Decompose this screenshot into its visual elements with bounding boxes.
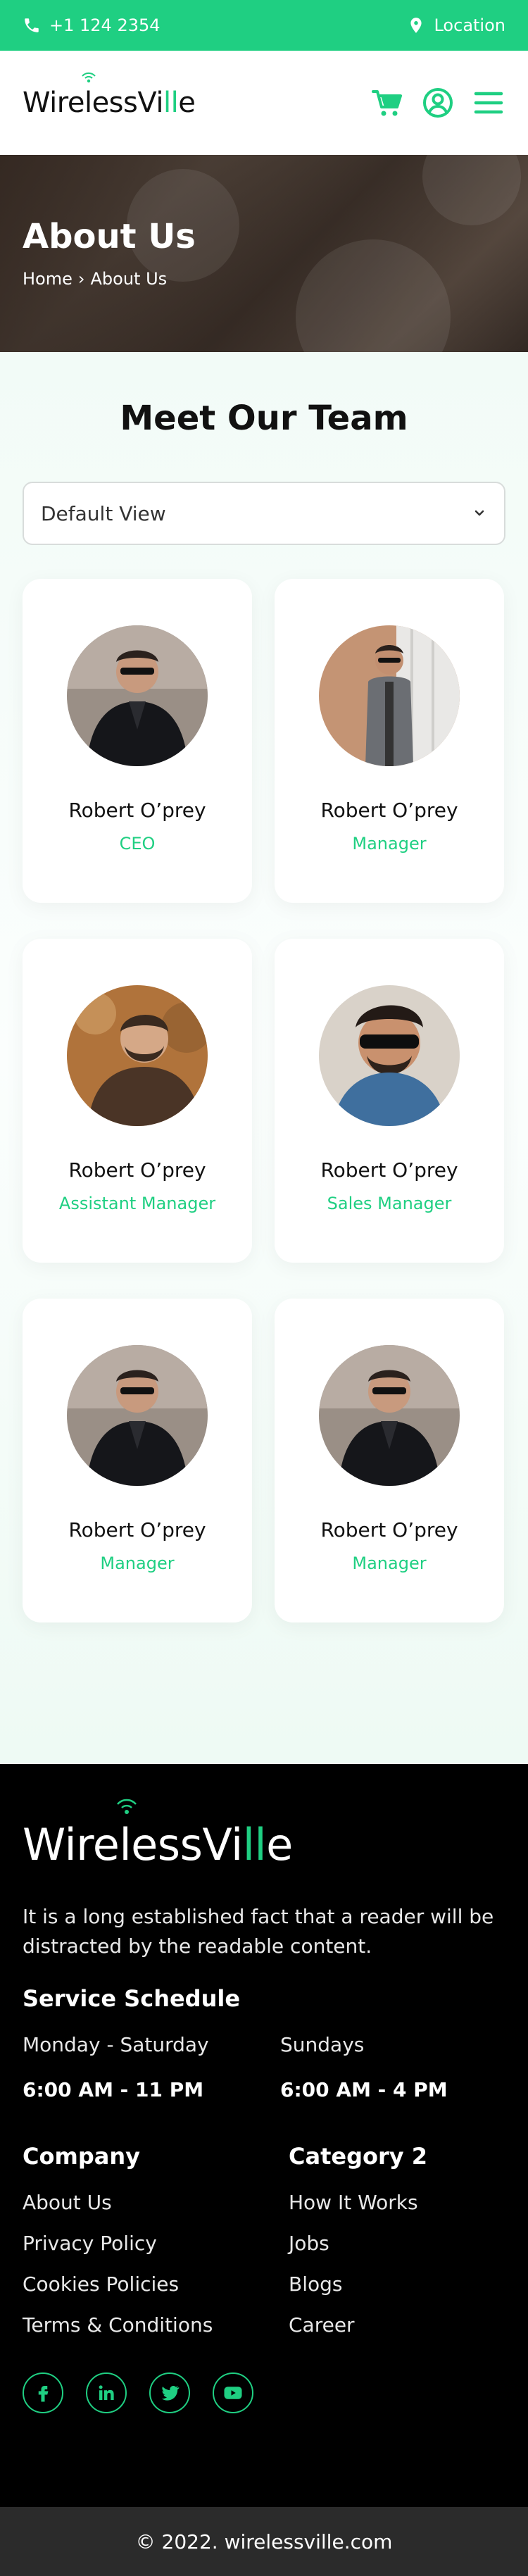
hamburger-menu-icon[interactable]: [472, 86, 505, 120]
category-heading: Category 2: [289, 2143, 428, 2170]
team-member-photo: [319, 625, 460, 766]
team-member-card[interactable]: Robert O’prey Assistant Manager: [23, 939, 252, 1263]
schedule-hours: 6:00 AM - 4 PM: [280, 2078, 448, 2101]
team-section-title: Meet Our Team: [120, 399, 408, 438]
team-member-card[interactable]: Robert O’prey Manager: [23, 1299, 252, 1622]
signal-waves-icon: [82, 72, 96, 83]
twitter-icon: [161, 2386, 180, 2401]
team-member-role: Manager: [352, 834, 427, 854]
footer-link-about-us[interactable]: About Us: [23, 2191, 112, 2214]
team-member-role: Manager: [100, 1553, 175, 1573]
team-member-card[interactable]: Robert O’prey Manager: [275, 1299, 504, 1622]
schedule-days: Sundays: [280, 2033, 365, 2056]
team-member-card[interactable]: Robert O’prey CEO: [23, 579, 252, 903]
team-member-card[interactable]: Robert O’prey Manager: [275, 579, 504, 903]
team-member-name: Robert O’prey: [320, 799, 458, 822]
breadcrumb-home-link[interactable]: Home: [23, 269, 73, 289]
cart-icon[interactable]: [370, 86, 404, 120]
page-hero-banner: About Us Home › About Us: [0, 155, 528, 352]
team-member-name: Robert O’prey: [68, 1158, 206, 1182]
team-member-role: Sales Manager: [327, 1194, 452, 1213]
facebook-link[interactable]: [23, 2372, 63, 2413]
team-member-role: CEO: [119, 834, 156, 854]
phone-link[interactable]: +1 124 2354: [23, 15, 161, 35]
team-member-name: Robert O’prey: [68, 799, 206, 822]
team-member-name: Robert O’prey: [320, 1518, 458, 1542]
footer-logo-accent: ll: [242, 1819, 267, 1870]
location-label: Location: [434, 15, 505, 35]
site-footer: WirelessVille It is a long established f…: [0, 1764, 528, 2507]
logo-text: WirelessVi: [23, 87, 163, 119]
footer-link-terms[interactable]: Terms & Conditions: [23, 2313, 213, 2337]
footer-link-jobs[interactable]: Jobs: [289, 2232, 329, 2255]
footer-link-how-it-works[interactable]: How It Works: [289, 2191, 418, 2214]
team-member-photo: [67, 625, 208, 766]
team-member-role: Assistant Manager: [58, 1194, 216, 1213]
logo-text-end: e: [178, 87, 196, 119]
footer-link-blogs[interactable]: Blogs: [289, 2272, 342, 2296]
service-schedule-heading: Service Schedule: [23, 1985, 241, 2012]
footer-link-privacy-policy[interactable]: Privacy Policy: [23, 2232, 157, 2255]
footer-logo[interactable]: WirelessVille: [23, 1799, 293, 1870]
facebook-icon: [38, 2386, 49, 2402]
logo-accent: ll: [163, 87, 179, 119]
footer-logo-text-end: e: [266, 1819, 293, 1870]
footer-logo-text: WirelessVi: [23, 1819, 243, 1870]
chevron-down-icon: [474, 510, 484, 516]
footer-link-career[interactable]: Career: [289, 2313, 355, 2337]
social-links: [23, 2372, 253, 2413]
breadcrumb-current: About Us: [90, 269, 168, 289]
footer-link-cookies-policies[interactable]: Cookies Policies: [23, 2272, 179, 2296]
view-select-value: Default View: [41, 501, 166, 525]
twitter-link[interactable]: [149, 2372, 190, 2413]
page-title: About Us: [23, 217, 196, 256]
linkedin-link[interactable]: [86, 2372, 127, 2413]
site-header: WirelessVi ll e: [0, 51, 528, 155]
view-select-dropdown[interactable]: Default View: [23, 482, 505, 545]
team-member-photo: [319, 985, 460, 1126]
breadcrumb: Home › About Us: [23, 269, 167, 289]
header-actions: [370, 86, 505, 120]
youtube-link[interactable]: [213, 2372, 253, 2413]
phone-number: +1 124 2354: [49, 15, 161, 35]
youtube-icon: [224, 2387, 242, 2399]
top-bar: +1 124 2354 Location: [0, 0, 528, 51]
team-member-card[interactable]: Robert O’prey Sales Manager: [275, 939, 504, 1263]
copyright-bar: © 2022. wirelessville.com: [0, 2507, 528, 2576]
site-logo[interactable]: WirelessVi ll e: [23, 72, 196, 119]
user-account-icon[interactable]: [421, 86, 455, 120]
team-section: Meet Our Team Default View Robert O’prey…: [0, 352, 528, 1764]
breadcrumb-separator: ›: [77, 269, 85, 289]
location-link[interactable]: Location: [407, 15, 505, 35]
team-member-role: Manager: [352, 1553, 427, 1573]
team-member-photo: [319, 1345, 460, 1486]
team-member-photo: [67, 985, 208, 1126]
team-member-photo: [67, 1345, 208, 1486]
schedule-days: Monday - Saturday: [23, 2033, 209, 2056]
copyright-text: © 2022. wirelessville.com: [135, 2530, 393, 2553]
phone-icon: [25, 18, 39, 32]
location-pin-icon: [410, 18, 422, 33]
linkedin-icon: [99, 2385, 114, 2400]
footer-about-text: It is a long established fact that a rea…: [23, 1905, 494, 1958]
team-member-name: Robert O’prey: [320, 1158, 458, 1182]
company-heading: Company: [23, 2143, 140, 2170]
schedule-hours: 6:00 AM - 11 PM: [23, 2078, 204, 2101]
team-member-name: Robert O’prey: [68, 1518, 206, 1542]
signal-waves-icon: [117, 1799, 137, 1814]
